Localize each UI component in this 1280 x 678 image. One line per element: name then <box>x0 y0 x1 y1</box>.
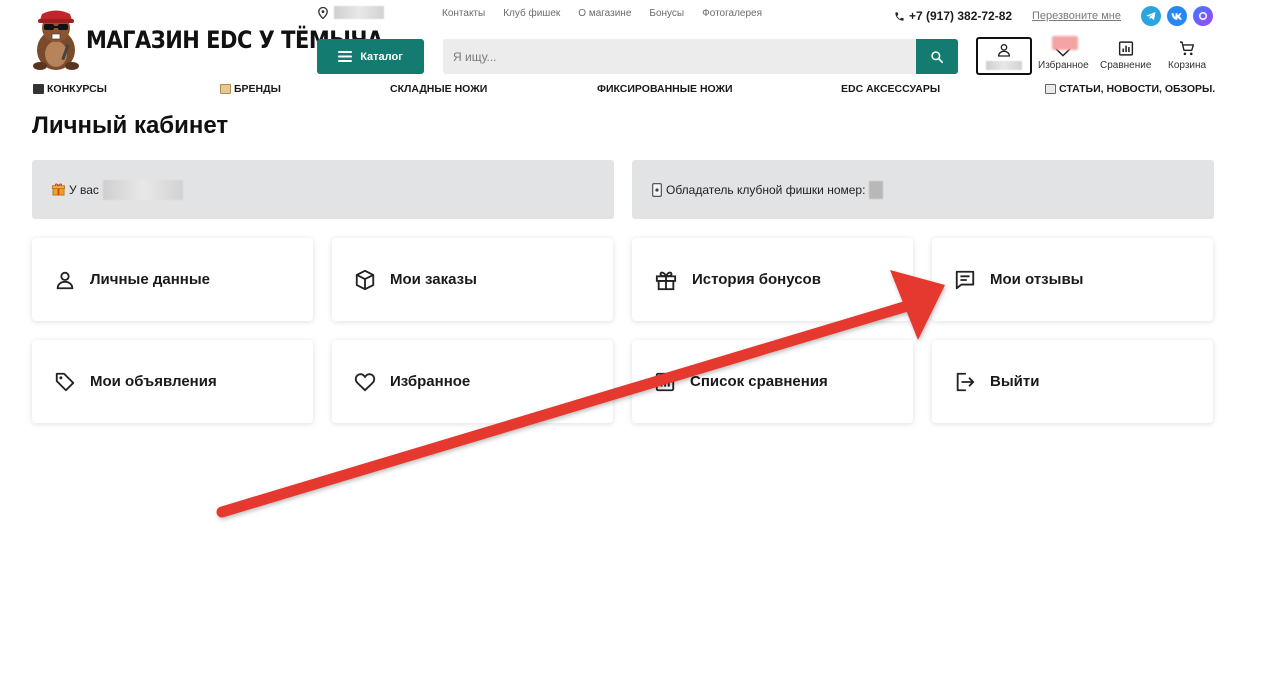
red-annotation-arrow <box>216 270 945 518</box>
nav-item-label: КОНКУРСЫ <box>47 83 107 95</box>
card-personal-data[interactable]: Личные данные <box>32 238 313 321</box>
nav-item-brands[interactable]: БРЕНДЫ <box>220 83 281 95</box>
nav-item-folding-knives[interactable]: СКЛАДНЫЕ НОЖИ <box>390 83 487 95</box>
catalog-button[interactable]: Каталог <box>317 39 424 74</box>
search-input[interactable] <box>443 39 916 74</box>
social-links <box>1141 6 1213 26</box>
box-icon <box>355 269 375 290</box>
nav-item-label: EDC АКСЕССУАРЫ <box>841 83 941 95</box>
location-selector[interactable] <box>318 6 384 19</box>
nav-item-fixed-knives[interactable]: ФИКСИРОВАННЫЕ НОЖИ <box>597 83 733 95</box>
card-compare-list[interactable]: Список сравнения <box>632 340 913 423</box>
calendar-icon <box>1045 84 1056 94</box>
compare-icon <box>655 372 675 391</box>
beaver-mascot-icon <box>30 8 82 72</box>
card-bonus-history[interactable]: История бонусов <box>632 238 913 321</box>
card-my-reviews[interactable]: Мои отзывы <box>932 238 1213 321</box>
top-link-contacts[interactable]: Контакты <box>442 8 485 19</box>
scroll-icon <box>220 84 231 94</box>
catalog-label: Каталог <box>360 50 403 63</box>
card-label: Мои заказы <box>390 271 477 288</box>
nav-item-edc-accessories[interactable]: EDC АКСЕССУАРЫ <box>841 83 940 95</box>
cart-label: Корзина <box>1168 60 1207 71</box>
telegram-icon[interactable] <box>1141 6 1161 26</box>
favorites-count-blurred <box>1052 36 1078 50</box>
gift-icon <box>655 271 677 290</box>
location-pin-icon <box>318 6 328 19</box>
compare-label: Сравнение <box>1100 60 1152 71</box>
account-name-blurred <box>986 61 1022 70</box>
card-logout[interactable]: Выйти <box>932 340 1213 423</box>
page-title: Личный кабинет <box>32 112 229 139</box>
club-chip-number-blurred <box>869 180 884 199</box>
tag-icon <box>55 372 75 391</box>
bonus-panel: У вас <box>32 160 614 219</box>
card-label: Мои отзывы <box>990 271 1084 288</box>
max-icon[interactable] <box>1193 6 1213 26</box>
top-link-bonuses[interactable]: Бонусы <box>649 8 684 19</box>
chart-icon <box>1118 41 1133 56</box>
card-my-orders[interactable]: Мои заказы <box>332 238 613 321</box>
favorites-button[interactable]: Избранное <box>1038 36 1089 71</box>
card-label: Избранное <box>390 373 471 390</box>
cart-icon <box>1179 41 1195 56</box>
account-button[interactable] <box>976 37 1032 75</box>
nav-item-articles[interactable]: СТАТЬИ, НОВОСТИ, ОБЗОРЫ. <box>1045 83 1215 95</box>
nav-item-contests[interactable]: КОНКУРСЫ <box>33 83 107 95</box>
menu-icon <box>338 51 353 62</box>
nav-item-label: СКЛАДНЫЕ НОЖИ <box>390 83 488 95</box>
bonus-text: У вас <box>69 182 99 197</box>
bonus-amount-blurred <box>102 179 183 200</box>
card-label: Список сравнения <box>690 373 828 390</box>
compare-button[interactable]: Сравнение <box>1100 40 1151 71</box>
cart-button[interactable]: Корзина <box>1168 40 1206 71</box>
phone-text: +7 (917) 382-72-82 <box>909 9 1013 23</box>
search-icon <box>931 50 944 63</box>
search-bar <box>443 39 958 74</box>
top-link-club[interactable]: Клуб фишек <box>503 8 560 19</box>
user-icon <box>997 44 1011 57</box>
favorites-label: Избранное <box>1038 60 1089 71</box>
card-label: Выйти <box>990 373 1040 390</box>
card-label: Мои объявления <box>90 373 217 390</box>
nav-item-label: СТАТЬИ, НОВОСТИ, ОБЗОРЫ. <box>1059 83 1216 95</box>
card-favorites[interactable]: Избранное <box>332 340 613 423</box>
main-nav: КОНКУРСЫ БРЕНДЫ СКЛАДНЫЕ НОЖИ ФИКСИРОВАН… <box>0 83 1280 97</box>
message-icon <box>955 270 975 289</box>
top-link-about[interactable]: О магазине <box>578 8 631 19</box>
user-icon <box>56 271 74 289</box>
card-my-ads[interactable]: Мои объявления <box>32 340 313 423</box>
phone-icon <box>895 11 904 21</box>
club-chip-panel: Обладатель клубной фишки номер: <box>632 160 1214 219</box>
nav-item-label: БРЕНДЫ <box>234 83 281 95</box>
card-label: Личные данные <box>90 271 210 288</box>
clapperboard-icon <box>33 84 44 94</box>
phone-number[interactable]: +7 (917) 382-72-82 <box>894 9 1012 23</box>
heart-icon <box>354 373 376 392</box>
nav-item-label: ФИКСИРОВАННЫЕ НОЖИ <box>597 83 733 95</box>
vk-icon[interactable] <box>1167 6 1187 26</box>
top-links: Контакты Клуб фишек О магазине Бонусы Фо… <box>442 8 762 19</box>
callback-link[interactable]: Перезвоните мне <box>1032 10 1121 22</box>
city-name-blurred <box>334 6 384 19</box>
top-link-gallery[interactable]: Фотогалерея <box>702 8 762 19</box>
logout-icon <box>956 372 975 391</box>
card-icon <box>652 182 662 197</box>
card-label: История бонусов <box>692 271 821 288</box>
gift-emoji-icon <box>52 183 65 196</box>
club-chip-text: Обладатель клубной фишки номер: <box>666 182 866 197</box>
search-button[interactable] <box>916 39 958 74</box>
